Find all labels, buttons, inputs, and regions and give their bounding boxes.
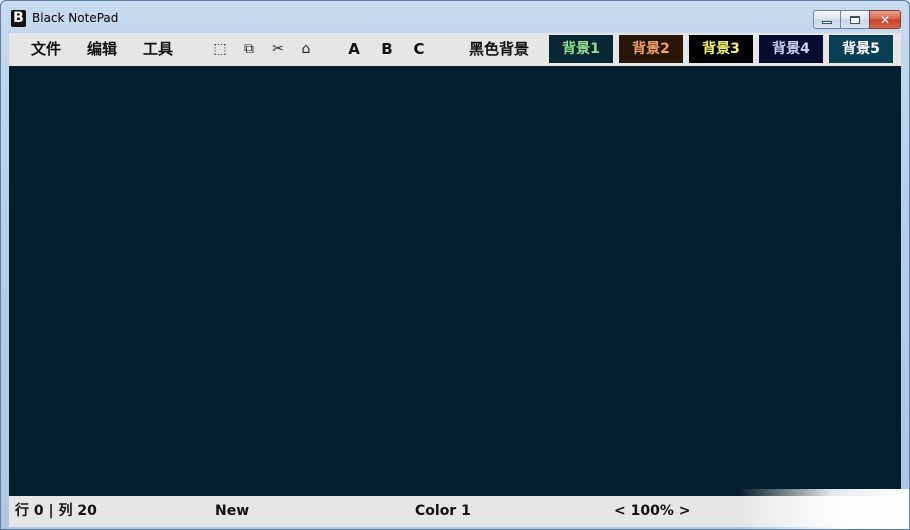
- file-state: New: [215, 503, 250, 519]
- scissors-icon[interactable]: ✂: [267, 33, 289, 66]
- editor-textarea[interactable]: [9, 66, 901, 496]
- close-icon: ✕: [879, 12, 891, 27]
- font-c-button[interactable]: C: [408, 33, 430, 66]
- zoom-in-button[interactable]: >: [679, 503, 691, 519]
- font-a-button[interactable]: A: [343, 33, 365, 66]
- maximize-icon: [850, 15, 860, 24]
- app-window: B Black NotePad ✕ 文件 编辑 工具 ⬚ ⧉ ✂ ⌂ A B C…: [0, 0, 910, 530]
- background-4-button[interactable]: 背景4: [759, 35, 823, 63]
- background-1-button[interactable]: 背景1: [549, 35, 613, 63]
- background-5-button[interactable]: 背景5: [829, 35, 893, 63]
- color-scheme[interactable]: Color 1: [415, 496, 471, 527]
- zoom-out-button[interactable]: <: [614, 503, 626, 519]
- select-all-icon[interactable]: ⬚: [209, 33, 231, 66]
- toolbar: 文件 编辑 工具 ⬚ ⧉ ✂ ⌂ A B C 黑色背景 背景1 背景2 背景3 …: [9, 33, 901, 66]
- menu-tools[interactable]: 工具: [135, 33, 181, 66]
- background-2-button[interactable]: 背景2: [619, 35, 683, 63]
- close-button[interactable]: ✕: [869, 10, 901, 29]
- black-background-button[interactable]: 黑色背景: [461, 33, 537, 66]
- menu-file[interactable]: 文件: [23, 33, 69, 66]
- title-bar[interactable]: B Black NotePad ✕: [1, 1, 909, 33]
- zoom-control: < 100% >: [614, 496, 690, 527]
- background-3-button[interactable]: 背景3: [689, 35, 753, 63]
- menu-edit[interactable]: 编辑: [79, 33, 125, 66]
- app-logo-icon: B: [11, 10, 26, 27]
- maximize-button[interactable]: [840, 10, 870, 29]
- decorative-fade: [739, 489, 909, 529]
- cursor-position: 行 0 | 列 20: [15, 503, 97, 519]
- minimize-button[interactable]: [813, 10, 841, 29]
- window-title: Black NotePad: [32, 11, 119, 25]
- minimize-icon: [822, 21, 832, 24]
- paste-icon[interactable]: ⌂: [295, 33, 317, 66]
- window-controls: ✕: [813, 10, 901, 29]
- copy-icon[interactable]: ⧉: [238, 33, 260, 66]
- font-b-button[interactable]: B: [376, 33, 398, 66]
- editor-area: [9, 66, 901, 496]
- zoom-level: 100%: [630, 503, 674, 519]
